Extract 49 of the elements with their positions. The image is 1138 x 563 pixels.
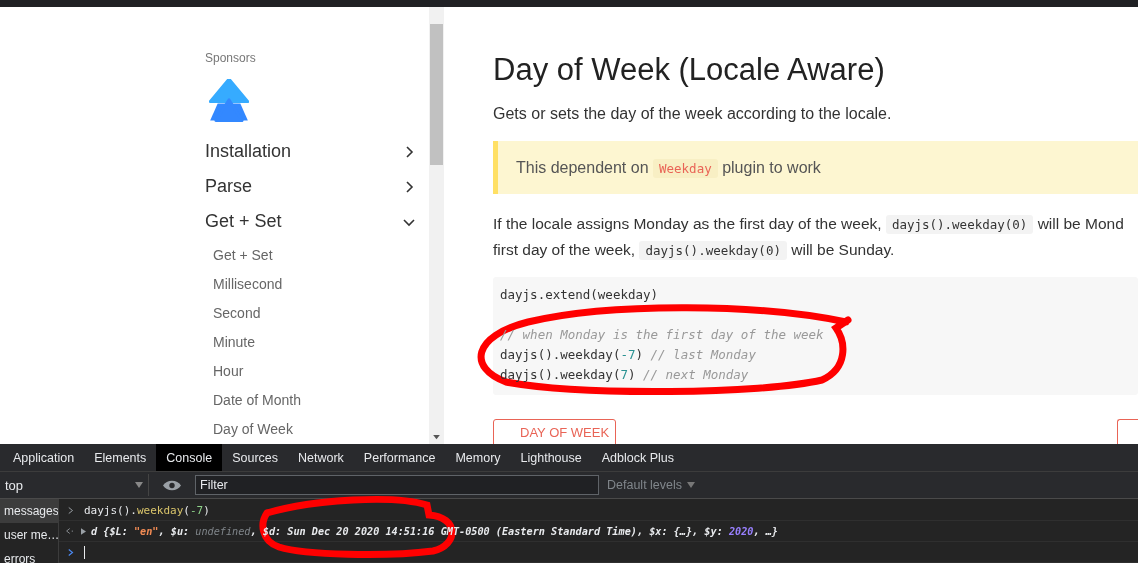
console-prompt-icon	[68, 547, 74, 557]
dropdown-triangle-icon	[687, 482, 696, 488]
nav-item[interactable]: Minute	[213, 328, 256, 357]
devtools-tab[interactable]: Lighthouse	[510, 444, 592, 471]
nav-item[interactable]: Millisecond	[213, 270, 283, 299]
double-chevron-logo-icon[interactable]	[209, 79, 249, 123]
code-line: // when Monday is the first day of the week	[500, 326, 824, 344]
return-value-icon	[66, 527, 76, 535]
nav-section[interactable]: Installation	[205, 134, 415, 170]
chevron-right-icon[interactable]	[403, 145, 415, 158]
context-dropdown[interactable]: top	[0, 474, 149, 496]
devtools-tab[interactable]: Console	[156, 444, 223, 471]
expand-triangle-icon[interactable]	[81, 527, 86, 535]
nav-item[interactable]: Get + Set	[213, 241, 273, 270]
devtools-tab[interactable]: Sources	[222, 444, 288, 471]
code-line: dayjs().weekday(-7) // last Monday	[500, 346, 756, 364]
nav-section[interactable]: Get + Set	[205, 204, 415, 239]
devtools-tab[interactable]: Elements	[84, 444, 157, 471]
devtools-tab[interactable]: Memory	[445, 444, 511, 471]
nav-item[interactable]: Date of Month	[213, 386, 301, 415]
nav-item[interactable]: Second	[213, 299, 261, 328]
console-input-text: dayjs().weekday(-7)	[84, 503, 210, 517]
eye-icon[interactable]	[163, 479, 181, 491]
scroll-down-arrow-icon[interactable]	[433, 435, 440, 440]
console-sidebar-item[interactable]: messages	[0, 499, 58, 523]
chevron-right-icon[interactable]	[403, 180, 415, 193]
console-sidebar-item[interactable]: errors	[0, 547, 58, 563]
levels-dropdown[interactable]: Default levels	[607, 478, 696, 492]
code-line: dayjs().weekday(7) // next Monday	[500, 366, 749, 384]
code-line: dayjs.extend(weekday)	[500, 286, 659, 304]
devtools-tab[interactable]: Network	[288, 444, 354, 471]
paragraph-line: If the locale assigns Monday as the first day of the week, dayjs().weekday(0) will be Mond	[493, 214, 1125, 236]
nav-item[interactable]: Day of Week	[213, 415, 293, 444]
filter-field[interactable]: Filter	[195, 475, 599, 495]
console-sidebar-item[interactable]: user me…	[0, 523, 58, 547]
callout-text: This dependent on Weekday plugin to work	[516, 158, 821, 177]
sponsors-label: Sponsors	[205, 51, 256, 65]
devtools-tab[interactable]: Adblock Plus	[591, 444, 684, 471]
paragraph-line: first day of the week, dayjs().weekday(0) will be Sunday.	[493, 240, 896, 262]
devtools-tab[interactable]: Performance	[353, 444, 446, 471]
page-title: Day of Week (Locale Aware)	[493, 51, 886, 89]
scrollbar[interactable]	[429, 7, 444, 444]
text-cursor	[84, 545, 85, 559]
input-prompt-icon	[68, 505, 74, 515]
intro-text: Gets or sets the day of the week according to the locale.	[493, 105, 893, 123]
nav-item[interactable]: Hour	[213, 357, 244, 386]
dropdown-triangle-icon	[135, 482, 143, 488]
devtools-tab[interactable]: Application	[3, 444, 85, 471]
nav-section[interactable]: Parse	[205, 169, 415, 205]
